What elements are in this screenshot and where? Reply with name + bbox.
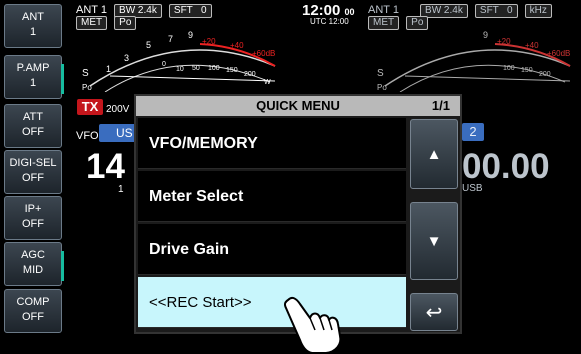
function-sidebar: ANT 1 P.AMP 1 ATT OFF DIGI-SEL OFF IP+ O…	[0, 0, 68, 354]
att-button[interactable]: ATT OFF	[4, 104, 62, 148]
main-ant-label: ANT 1	[76, 4, 107, 16]
main-meter-po200: 200	[244, 71, 256, 78]
agc-button[interactable]: AGC MID	[4, 242, 64, 286]
sub-sft-label: SFT	[479, 5, 499, 16]
quick-menu-page: 1/1	[431, 98, 450, 113]
sub-meter-plus20: +20	[497, 37, 511, 46]
down-arrow-icon: ▼	[426, 233, 442, 250]
ip-button[interactable]: IP+ OFF	[4, 196, 62, 240]
main-vfo-badge[interactable]: US	[99, 124, 137, 142]
return-icon: ↩	[425, 302, 443, 324]
main-sft-box: SFT 0	[168, 4, 212, 18]
main-meter-po100: 100	[208, 65, 220, 72]
sub-meter-plus40: +40	[525, 41, 539, 50]
main-meter-s5: 5	[146, 40, 151, 50]
comp-value: OFF	[22, 311, 44, 323]
sub-khz-box: kHz	[524, 4, 552, 18]
ant-value: 1	[29, 26, 37, 38]
att-title: ATT	[23, 111, 43, 123]
main-frequency[interactable]: 14	[86, 147, 125, 187]
sub-vfo-badge[interactable]: 2	[462, 123, 484, 141]
main-meter-s9: 9	[188, 30, 193, 40]
comp-button[interactable]: COMP OFF	[4, 289, 62, 333]
agc-value: MID	[22, 264, 44, 276]
agc-indicator	[61, 251, 64, 281]
pamp-button[interactable]: P.AMP 1	[4, 55, 64, 99]
digisel-button[interactable]: DIGI-SEL OFF	[4, 150, 62, 194]
menu-item-vfo-memory[interactable]: VFO/MEMORY	[138, 118, 406, 169]
sub-mode: USB	[462, 183, 483, 194]
digisel-value: OFF	[22, 172, 44, 184]
sub-meter-po100: 100	[503, 65, 515, 72]
main-meter: S 1 3 5 7 9 +20 +40 +60dB Po 0 10 50 100…	[82, 30, 276, 92]
sub-meter-po200: 200	[539, 71, 551, 78]
comp-title: COMP	[16, 296, 50, 308]
sub-meter-po150: 150	[521, 67, 533, 74]
sub-frequency[interactable]: 00.00	[462, 147, 550, 187]
clock-seconds: 00	[344, 7, 355, 17]
menu-item-drive-gain[interactable]: Drive Gain	[138, 224, 406, 275]
sub-meter-s9: 9	[483, 30, 488, 40]
main-sft-label: SFT	[173, 5, 193, 16]
pointing-hand-icon	[283, 296, 342, 354]
scroll-down-button[interactable]: ▼	[410, 202, 458, 280]
sub-meter-plus60: +60dB	[547, 49, 570, 58]
digisel-title: DIGI-SEL	[9, 157, 57, 169]
pamp-value: 1	[29, 77, 37, 89]
power-readout: 200V	[106, 104, 130, 115]
pamp-title: P.AMP	[16, 62, 50, 74]
main-meter-s: S	[82, 68, 89, 79]
ant-title: ANT	[22, 11, 44, 23]
main-meter-plus20: +20	[202, 37, 216, 46]
sub-meter: S 9 +20 +40 +60dB Po 100 150 200	[377, 30, 571, 92]
ip-title: IP+	[24, 203, 42, 215]
main-sft-value: 0	[200, 5, 207, 16]
back-button[interactable]: ↩	[410, 293, 458, 331]
main-meter-po0: 0	[162, 61, 166, 68]
main-sub-digit: 1	[118, 184, 124, 195]
menu-item-rec-start[interactable]: <<REC Start>>	[138, 277, 406, 328]
main-meter-plus60: +60dB	[252, 49, 275, 58]
quick-menu-title: QUICK MENU	[136, 96, 460, 116]
up-arrow-icon: ▲	[426, 146, 442, 163]
main-meter-po: Po	[82, 83, 92, 92]
main-meter-plus40: +40	[230, 41, 244, 50]
pamp-indicator	[61, 64, 64, 94]
main-meter-s7: 7	[168, 34, 173, 44]
main-meter-s1: 1	[106, 64, 111, 74]
main-meter-po50: 50	[192, 65, 200, 72]
sub-sft-box: SFT 0	[474, 4, 518, 18]
sub-ant-label: ANT 1	[368, 4, 399, 16]
main-meter-po150: 150	[226, 67, 238, 74]
utc-clock: UTC 12:00	[310, 17, 349, 26]
main-meter-s3: 3	[124, 53, 129, 63]
tx-indicator: TX	[77, 99, 103, 115]
menu-item-meter-select[interactable]: Meter Select	[138, 171, 406, 222]
sub-meter-po: Po	[377, 83, 387, 92]
main-meter-po10: 10	[176, 66, 184, 73]
scroll-up-button[interactable]: ▲	[410, 119, 458, 189]
sub-sft-value: 0	[506, 5, 513, 16]
ip-value: OFF	[22, 218, 44, 230]
ant-button[interactable]: ANT 1	[4, 4, 62, 48]
agc-title: AGC	[21, 249, 45, 261]
main-vfo-label: VFO	[76, 130, 99, 142]
att-value: OFF	[22, 126, 44, 138]
main-meter-w: W	[264, 79, 271, 86]
sub-meter-s: S	[377, 68, 384, 79]
radio-screen: ANT 1 P.AMP 1 ATT OFF DIGI-SEL OFF IP+ O…	[0, 0, 581, 354]
